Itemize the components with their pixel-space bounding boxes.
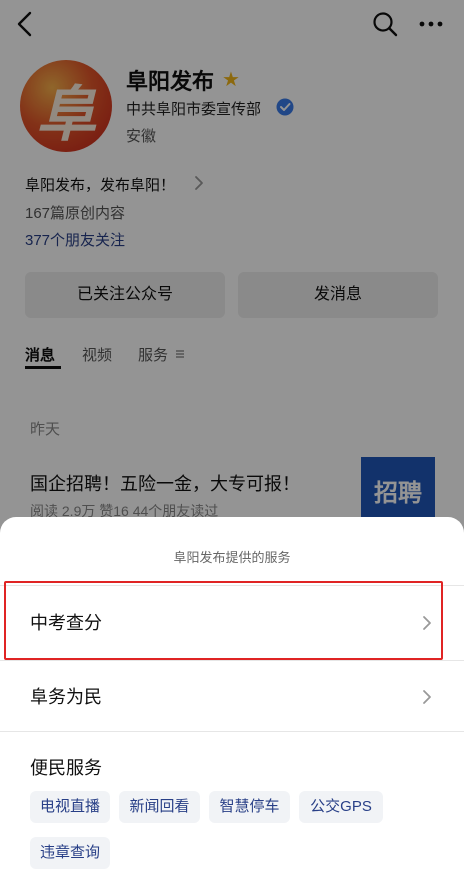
tag-bus-gps[interactable]: 公交GPS [299,791,383,823]
tag-news-replay[interactable]: 新闻回看 [119,791,200,823]
tag-tv-live[interactable]: 电视直播 [30,791,110,823]
menu-item-label: 阜务为民 [30,687,102,707]
sheet-title: 阜阳发布提供的服务 [173,550,291,565]
tag-violation-query[interactable]: 违章查询 [30,837,110,869]
section-title: 便民服务 [30,758,102,778]
divider [0,731,464,732]
services-sheet: 阜阳发布提供的服务 中考查分 阜务为民 便民服务 电视直播 新闻回看 智慧停车 … [0,517,464,886]
tag-smart-parking[interactable]: 智慧停车 [209,791,290,823]
menu-item-fuwu-weimin[interactable]: 阜务为民 [0,661,464,733]
chevron-right-icon [423,690,431,704]
highlight-box [4,581,443,660]
